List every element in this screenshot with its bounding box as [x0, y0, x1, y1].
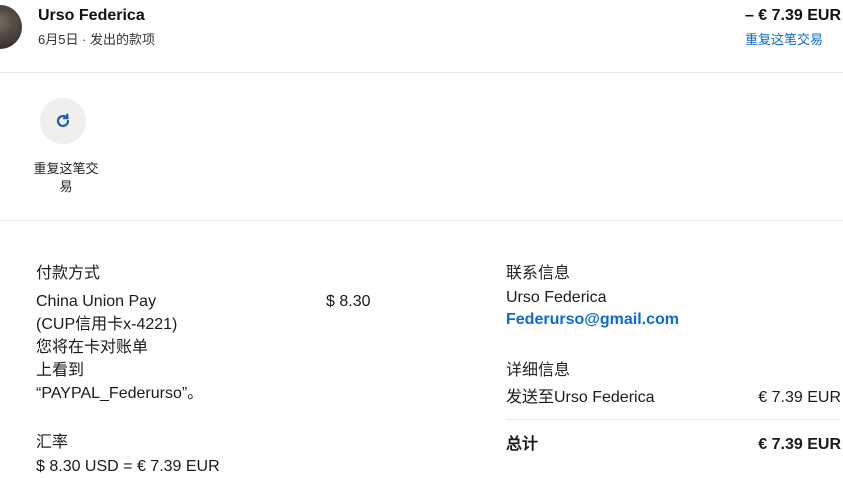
- payment-method-line: 上看到: [36, 362, 85, 379]
- details-title: 详细信息: [506, 362, 571, 379]
- divider: [0, 72, 843, 73]
- payment-method-line: 您将在卡对账单: [36, 339, 149, 356]
- sent-to-label: 发送至Urso Federica: [506, 389, 655, 406]
- total-amount: € 7.39 EUR: [758, 436, 841, 453]
- payment-method-line: “PAYPAL_Federurso”。: [36, 385, 204, 402]
- payment-method-title: 付款方式: [36, 265, 101, 282]
- repeat-transaction-link[interactable]: 重复这笔交易: [745, 29, 823, 48]
- contact-email-link[interactable]: Federurso@gmail.com: [506, 311, 679, 329]
- sent-to-amount: € 7.39 EUR: [758, 389, 841, 406]
- avatar: [0, 5, 22, 49]
- refresh-icon: [56, 113, 70, 128]
- transaction-subline: 6月5日 · 发出的款项: [38, 32, 156, 47]
- exchange-rate-value: $ 8.30 USD = € 7.39 EUR: [36, 458, 220, 475]
- payment-method-line: (CUP信用卡x-4221): [36, 316, 178, 333]
- contact-info-title: 联系信息: [506, 265, 571, 282]
- payment-method-amount: $ 8.30: [326, 293, 371, 310]
- exchange-rate-title: 汇率: [36, 434, 69, 451]
- payment-method-line: China Union Pay: [36, 293, 157, 310]
- divider: [506, 419, 841, 420]
- divider: [0, 220, 843, 221]
- total-label: 总计: [506, 436, 539, 453]
- contact-name: Urso Federica: [506, 289, 607, 306]
- transaction-amount: – € 7.39 EUR: [744, 7, 841, 24]
- repeat-transaction-button[interactable]: [40, 98, 86, 144]
- merchant-name: Urso Federica: [38, 7, 145, 24]
- repeat-transaction-label: 重复这笔交易: [33, 161, 99, 194]
